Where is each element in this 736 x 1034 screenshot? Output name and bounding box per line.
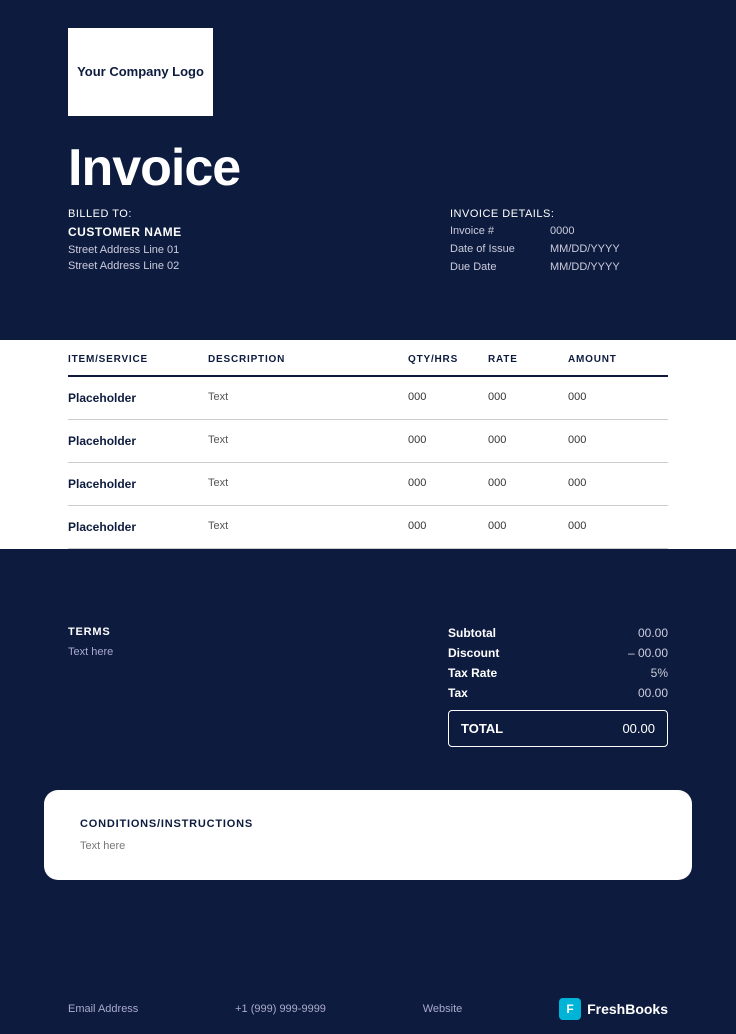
conditions-section: CONDITIONS/INSTRUCTIONS Text here [44,790,692,880]
footer-email: Email Address [68,1003,138,1015]
terms-text: Text here [68,646,428,658]
bottom-section: TERMS Text here Subtotal 00.00 Discount … [0,598,736,777]
discount-row: Discount – 00.00 [448,646,668,660]
date-of-issue-label: Date of Issue [450,243,550,255]
freshbooks-logo: F FreshBooks [559,998,668,1020]
invoice-details-grid: Invoice # 0000 Date of Issue MM/DD/YYYY … [450,225,650,273]
subtotal-row: Subtotal 00.00 [448,626,668,640]
tax-rate-row: Tax Rate 5% [448,666,668,680]
invoice-table: ITEM/SERVICE DESCRIPTION QTY/HRS RATE AM… [0,340,736,549]
customer-name: CUSTOMER NAME [68,225,182,239]
table-row: Placeholder Text 000 000 000 [68,377,668,420]
col-rate: RATE [488,354,568,365]
due-date-value: MM/DD/YYYY [550,261,650,273]
company-logo: Your Company Logo [68,28,213,116]
table-row: Placeholder Text 000 000 000 [68,463,668,506]
street-line2: Street Address Line 02 [68,260,179,272]
col-amount: AMOUNT [568,354,648,365]
invoice-details-label: INVOICE DETAILS: [450,208,554,220]
footer: Email Address +1 (999) 999-9999 Website … [0,984,736,1034]
street-line1: Street Address Line 01 [68,244,179,256]
invoice-num-value: 0000 [550,225,650,237]
date-of-issue-value: MM/DD/YYYY [550,243,650,255]
invoice-num-label: Invoice # [450,225,550,237]
total-box: TOTAL 00.00 [448,710,668,747]
table-row: Placeholder Text 000 000 000 [68,506,668,549]
terms-title: TERMS [68,626,428,638]
col-qty: QTY/HRS [408,354,488,365]
table-header: ITEM/SERVICE DESCRIPTION QTY/HRS RATE AM… [68,340,668,377]
terms-block: TERMS Text here [68,626,448,747]
footer-phone: +1 (999) 999-9999 [235,1003,326,1015]
table-row: Placeholder Text 000 000 000 [68,420,668,463]
tax-row: Tax 00.00 [448,686,668,700]
conditions-title: CONDITIONS/INSTRUCTIONS [80,818,656,830]
footer-website: Website [423,1003,463,1015]
invoice-title: Invoice [68,138,240,198]
conditions-text: Text here [80,840,656,852]
col-description: DESCRIPTION [208,354,408,365]
freshbooks-icon: F [559,998,581,1020]
totals-block: Subtotal 00.00 Discount – 00.00 Tax Rate… [448,626,668,747]
freshbooks-name: FreshBooks [587,1001,668,1017]
billed-to-label: BILLED TO: [68,208,132,220]
due-date-label: Due Date [450,261,550,273]
col-item-service: ITEM/SERVICE [68,354,208,365]
